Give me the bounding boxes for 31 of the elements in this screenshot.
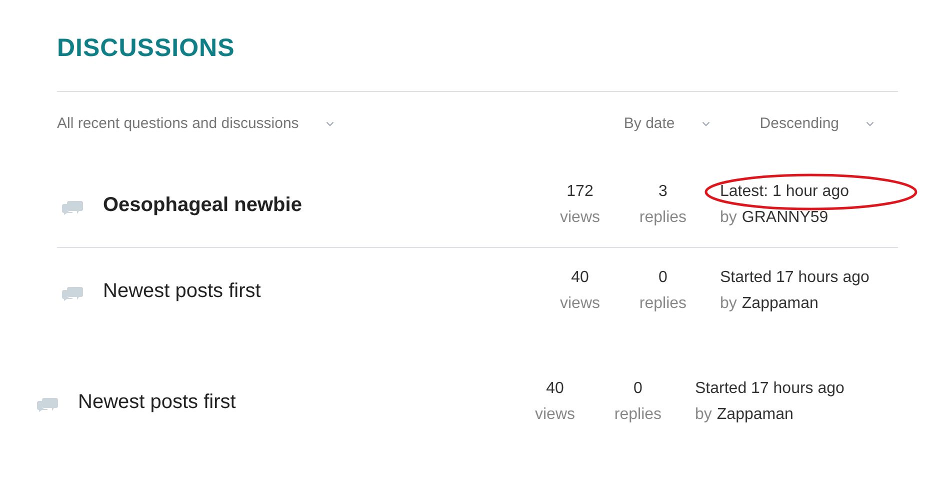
views-label: views	[534, 405, 575, 425]
replies-label: replies	[639, 294, 687, 314]
activity-time: Started 17 hours ago	[720, 268, 870, 288]
by-label: by	[720, 294, 737, 314]
author-link[interactable]: Zappaman	[716, 402, 794, 428]
chat-bubbles-icon	[62, 287, 83, 301]
by-label: by	[695, 405, 712, 425]
page-title: DISCUSSIONS	[57, 33, 236, 63]
views-count: 40	[546, 379, 564, 399]
chat-bubbles-icon	[37, 398, 58, 412]
replies-label: replies	[614, 405, 662, 425]
author-link[interactable]: GRANNY59	[742, 204, 828, 230]
discussion-title[interactable]: Newest posts first	[78, 391, 236, 413]
replies-count: 0	[658, 268, 668, 288]
activity-time: Started 17 hours ago	[695, 379, 844, 399]
sort-dropdown[interactable]: By date	[624, 112, 712, 136]
replies-count: 3	[658, 182, 668, 202]
views-count: 172	[566, 182, 594, 202]
discussion-title[interactable]: Oesophageal newbie	[103, 194, 302, 216]
views-count: 40	[571, 268, 589, 288]
views-label: views	[560, 294, 600, 314]
views-label: views	[560, 208, 600, 228]
discussion-title[interactable]: Newest posts first	[103, 280, 261, 302]
by-label: by	[720, 208, 737, 228]
activity-time: Latest: 1 hour ago	[720, 182, 849, 202]
order-dropdown[interactable]: Descending	[760, 112, 876, 136]
chat-bubbles-icon	[62, 200, 83, 214]
scope-dropdown[interactable]: All recent questions and discussions	[57, 112, 336, 136]
replies-count: 0	[634, 379, 642, 399]
replies-label: replies	[639, 208, 687, 228]
author-link[interactable]: Zappaman	[742, 291, 818, 317]
